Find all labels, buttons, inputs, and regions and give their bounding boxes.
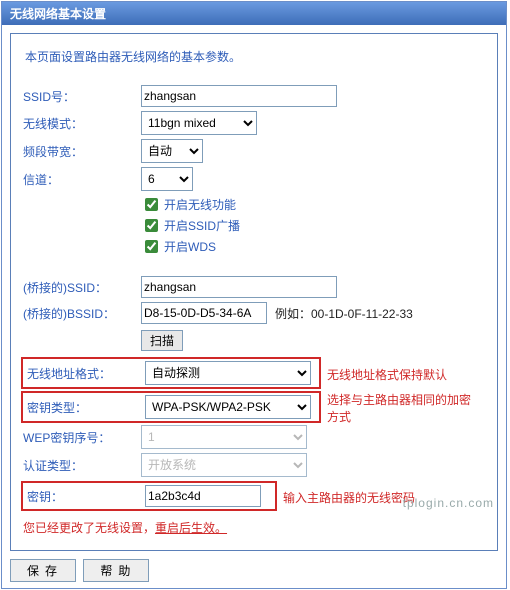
addr-format-select[interactable]: 自动探测 xyxy=(145,361,311,385)
ssid-label: SSID号： xyxy=(21,88,141,105)
bridge-ssid-input[interactable] xyxy=(141,276,337,298)
intro-text: 本页面设置路由器无线网络的基本参数。 xyxy=(25,48,483,65)
enable-wds-label: 开启WDS xyxy=(164,238,216,255)
enable-wifi-checkbox[interactable] xyxy=(145,198,158,211)
enable-wifi-label: 开启无线功能 xyxy=(164,196,236,213)
row-key-type: 密钥类型： WPA-PSK/WPA2-PSK xyxy=(25,395,317,419)
panel-body: 本页面设置路由器无线网络的基本参数。 SSID号： 无线模式： 11bgn mi… xyxy=(10,33,498,551)
scan-button[interactable]: 扫描 xyxy=(141,330,183,351)
checkbox-enable-wds[interactable]: 开启WDS xyxy=(141,237,487,256)
bssid-example: 例如：00-1D-0F-11-22-33 xyxy=(275,305,413,322)
bandwidth-select[interactable]: 自动 xyxy=(141,139,203,163)
key-label: 密钥： xyxy=(25,488,145,505)
row-ssid: SSID号： xyxy=(21,85,487,107)
bridge-bssid-label: (桥接的)BSSID： xyxy=(21,305,141,322)
row-bandwidth: 频段带宽： 自动 xyxy=(21,139,487,163)
bridge-ssid-label: (桥接的)SSID： xyxy=(21,279,141,296)
bridge-bssid-input[interactable] xyxy=(141,302,267,324)
checkbox-enable-ssid[interactable]: 开启SSID广播 xyxy=(141,216,487,235)
help-button[interactable]: 帮助 xyxy=(83,559,149,582)
checkbox-enable-wifi[interactable]: 开启无线功能 xyxy=(141,195,487,214)
key-type-note: 选择与主路由器相同的加密方式 xyxy=(327,391,477,425)
watermark: tplogin.cn.com xyxy=(403,496,494,510)
channel-label: 信道： xyxy=(21,171,141,188)
enable-wds-checkbox[interactable] xyxy=(145,240,158,253)
auth-type-select: 开放系统 xyxy=(141,453,307,477)
key-note: 输入主路由器的无线密码 xyxy=(283,489,415,506)
bandwidth-label: 频段带宽： xyxy=(21,143,141,160)
reboot-link[interactable]: 重启后生效。 xyxy=(155,521,227,535)
reboot-notice: 您已经更改了无线设置，重启后生效。 xyxy=(23,519,485,536)
row-auth-type: 认证类型： 开放系统 xyxy=(21,453,487,477)
addr-format-note: 无线地址格式保持默认 xyxy=(327,366,447,383)
row-mode: 无线模式： 11bgn mixed xyxy=(21,111,487,135)
row-wep-index: WEP密钥序号： 1 xyxy=(21,425,487,449)
mode-label: 无线模式： xyxy=(21,115,141,132)
panel-header: 无线网络基本设置 xyxy=(2,2,506,25)
key-type-label: 密钥类型： xyxy=(25,399,145,416)
enable-ssid-label: 开启SSID广播 xyxy=(164,217,240,234)
button-bar: 保存 帮助 xyxy=(10,559,506,582)
key-type-select[interactable]: WPA-PSK/WPA2-PSK xyxy=(145,395,311,419)
ssid-input[interactable] xyxy=(141,85,337,107)
row-channel: 信道： 6 xyxy=(21,167,487,191)
key-input[interactable] xyxy=(145,485,261,507)
save-button[interactable]: 保存 xyxy=(10,559,76,582)
row-bridge-ssid: (桥接的)SSID： xyxy=(21,276,487,298)
channel-select[interactable]: 6 xyxy=(141,167,193,191)
addr-format-label: 无线地址格式： xyxy=(25,365,145,382)
enable-ssid-checkbox[interactable] xyxy=(145,219,158,232)
row-key: 密钥： xyxy=(25,485,273,507)
row-addr-format: 无线地址格式： 自动探测 xyxy=(25,361,317,385)
auth-type-label: 认证类型： xyxy=(21,457,141,474)
row-bridge-bssid: (桥接的)BSSID： 例如：00-1D-0F-11-22-33 xyxy=(21,302,487,324)
mode-select[interactable]: 11bgn mixed xyxy=(141,111,257,135)
wep-index-label: WEP密钥序号： xyxy=(21,429,141,446)
wep-index-select: 1 xyxy=(141,425,307,449)
